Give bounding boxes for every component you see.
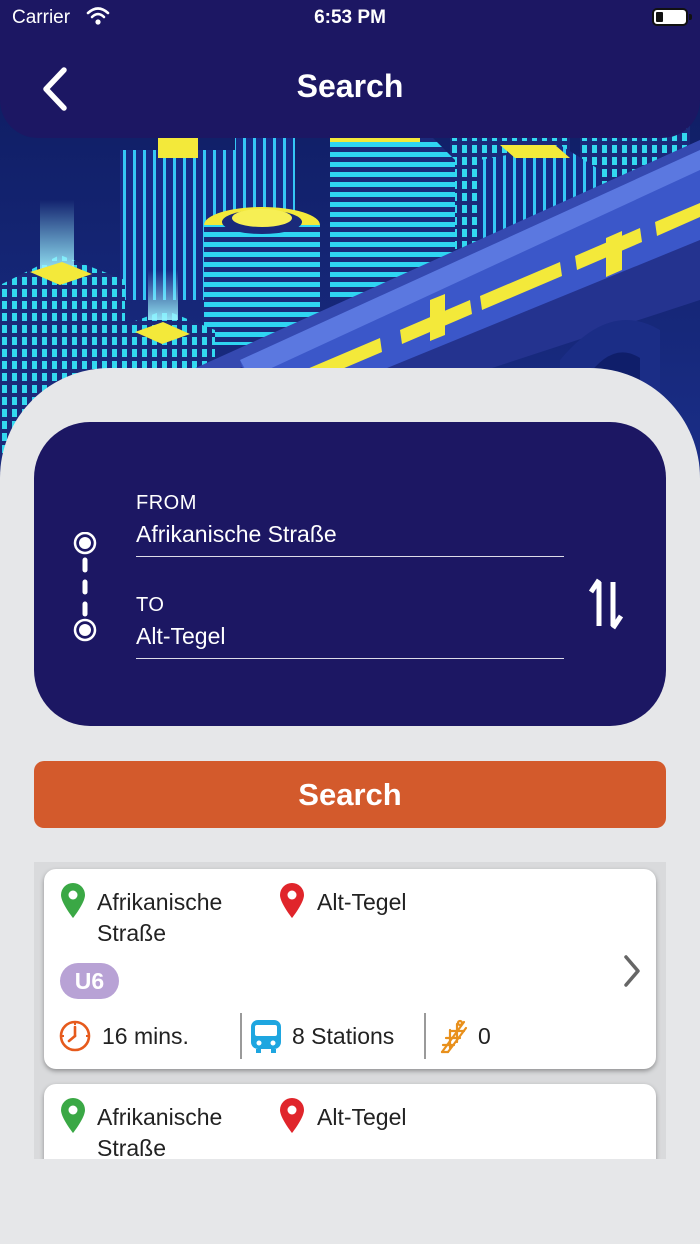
train-icon: [251, 1020, 281, 1053]
line-badge: U6: [60, 963, 119, 999]
from-field[interactable]: Afrikanische Straße: [136, 521, 337, 548]
stat-divider: [424, 1013, 426, 1059]
search-button[interactable]: Search: [34, 761, 666, 828]
clock-icon: [59, 1020, 91, 1052]
route-input-card: FROM Afrikanische Straße TO Alt-Tegel: [34, 422, 666, 726]
stations-value: 8 Stations: [292, 1022, 395, 1049]
transfers-value: 0: [478, 1022, 491, 1049]
from-underline: [136, 556, 564, 557]
to-label: TO: [136, 594, 165, 616]
result-from-station: Afrikanische Straße: [97, 1104, 223, 1159]
swap-button[interactable]: [586, 574, 626, 634]
route-dots-icon: [73, 532, 97, 642]
pin-green-icon: [61, 1098, 85, 1133]
battery-icon: [652, 8, 692, 26]
stations-stat: 8 Stations: [250, 1013, 394, 1059]
result-card[interactable]: Afrikanische Straße Alt-Tegel U6 16 mins…: [44, 869, 656, 1069]
pin-red-icon: [280, 1098, 304, 1133]
from-label: FROM: [136, 492, 197, 514]
to-field[interactable]: Alt-Tegel: [136, 623, 225, 650]
results-list: Afrikanische Straße Alt-Tegel U6 16 mins…: [34, 862, 666, 1159]
duration-stat: 16 mins.: [58, 1013, 189, 1059]
status-bar: Carrier 6:53 PM: [0, 0, 700, 36]
to-underline: [136, 658, 564, 659]
result-to-station: Alt-Tegel: [317, 889, 407, 915]
clock: 6:53 PM: [314, 7, 386, 28]
result-from-station: Afrikanische Straße: [97, 889, 223, 946]
chevron-right-icon: [624, 955, 640, 987]
pin-red-icon: [280, 883, 304, 918]
pin-green-icon: [61, 883, 85, 918]
result-card[interactable]: Afrikanische Straße Alt-Tegel: [44, 1084, 656, 1159]
stat-divider: [240, 1013, 242, 1059]
transfers-stat: 0: [438, 1013, 491, 1059]
swap-vertical-icon: [588, 578, 624, 630]
escalator-icon: [440, 1019, 468, 1054]
result-stats: 16 mins. 8 Stations 0: [58, 1013, 648, 1059]
result-to-station: Alt-Tegel: [317, 1104, 407, 1130]
duration-value: 16 mins.: [102, 1022, 189, 1049]
page-title: Search: [296, 68, 404, 104]
